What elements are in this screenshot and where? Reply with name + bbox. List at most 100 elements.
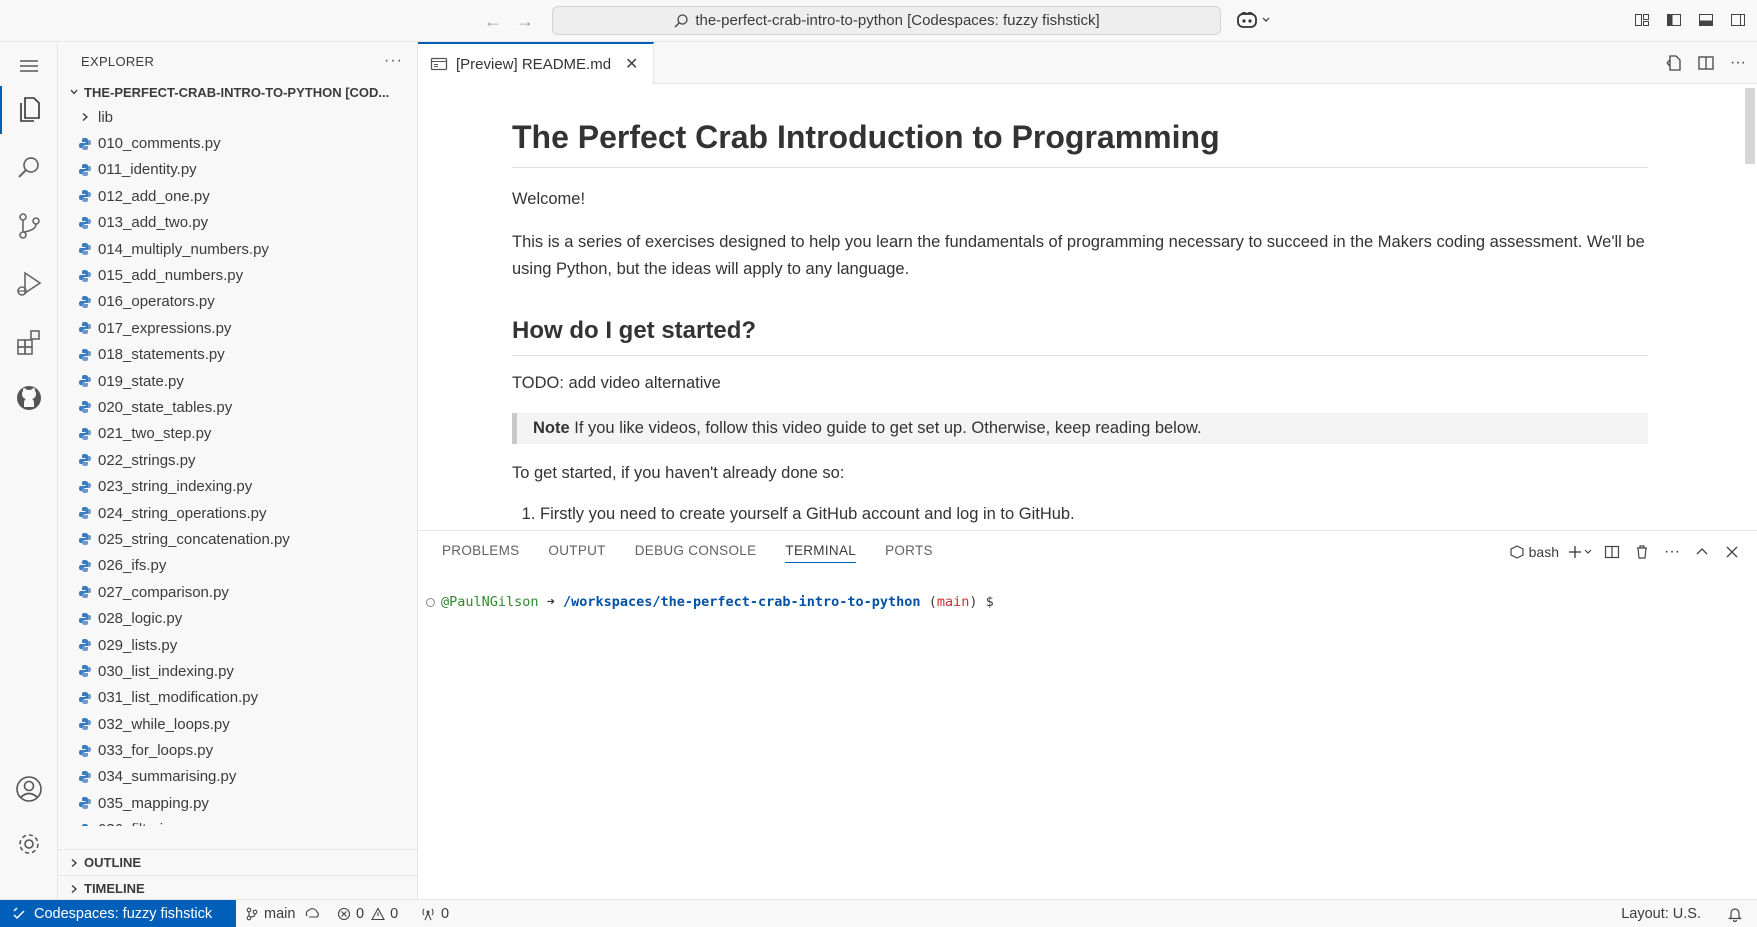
maximize-panel-icon[interactable]	[1691, 541, 1713, 563]
chevron-down-icon	[66, 87, 82, 97]
file-label: 034_summarising.py	[98, 768, 237, 786]
file-item[interactable]: 021_two_step.py	[58, 421, 417, 447]
file-item[interactable]: 018_statements.py	[58, 342, 417, 368]
source-control-icon[interactable]	[0, 202, 58, 250]
file-item[interactable]: 015_add_numbers.py	[58, 262, 417, 288]
chevron-right-icon	[76, 109, 94, 125]
folder-item-lib[interactable]: lib	[58, 104, 417, 130]
sync-icon	[306, 907, 320, 918]
file-item[interactable]: 013_add_two.py	[58, 210, 417, 236]
file-item[interactable]: 017_expressions.py	[58, 315, 417, 341]
toggle-primary-sidebar-icon[interactable]	[1663, 9, 1685, 31]
file-item[interactable]: 031_list_modification.py	[58, 685, 417, 711]
close-icon[interactable]: ✕	[625, 54, 638, 74]
file-item[interactable]: 020_state_tables.py	[58, 394, 417, 420]
toggle-secondary-sidebar-icon[interactable]	[1727, 9, 1749, 31]
branch-indicator[interactable]: main	[245, 900, 320, 927]
file-item[interactable]: 029_lists.py	[58, 632, 417, 658]
customize-layout-icon[interactable]	[1631, 9, 1653, 31]
more-actions-icon[interactable]: ···	[384, 52, 403, 70]
problems-indicator[interactable]: 0 0	[337, 900, 398, 927]
search-icon	[674, 13, 688, 27]
tab-debug-console[interactable]: DEBUG CONSOLE	[635, 543, 757, 563]
notifications-bell-icon[interactable]	[1727, 900, 1743, 927]
accounts-icon[interactable]	[0, 765, 58, 813]
file-item[interactable]: 024_string_operations.py	[58, 500, 417, 526]
keyboard-layout-indicator[interactable]: Layout: U.S.	[1621, 900, 1701, 927]
more-actions-icon[interactable]: ···	[1661, 541, 1683, 563]
menu-icon[interactable]	[0, 42, 58, 90]
toggle-panel-icon[interactable]	[1695, 9, 1717, 31]
file-item[interactable]: 014_multiply_numbers.py	[58, 236, 417, 262]
file-item[interactable]: 030_list_indexing.py	[58, 658, 417, 684]
git-branch-icon	[246, 907, 258, 920]
python-file-icon	[76, 347, 94, 363]
run-debug-icon[interactable]	[0, 260, 58, 308]
file-item[interactable]: 027_comparison.py	[58, 579, 417, 605]
terminal-shell-selector[interactable]: bash	[1510, 541, 1559, 563]
remote-indicator[interactable]: Codespaces: fuzzy fishstick	[0, 900, 236, 927]
terminal-icon	[1510, 545, 1524, 559]
file-item[interactable]: 025_string_concatenation.py	[58, 526, 417, 552]
new-terminal-icon[interactable]	[1567, 541, 1593, 563]
python-file-icon	[76, 215, 94, 231]
file-item[interactable]: 034_summarising.py	[58, 764, 417, 790]
terminal-user: @PaulNGilson	[441, 594, 539, 610]
forward-arrow-icon[interactable]: →	[514, 10, 536, 32]
scrollbar-thumb[interactable]	[1745, 88, 1755, 164]
file-item[interactable]: 011_identity.py	[58, 157, 417, 183]
gear-icon[interactable]	[0, 820, 58, 868]
terminal-branch: main	[936, 594, 970, 610]
tab-problems[interactable]: PROBLEMS	[442, 543, 519, 563]
preview-paragraph-started: To get started, if you haven't already d…	[512, 464, 845, 483]
file-label: 026_ifs.py	[98, 557, 167, 575]
split-terminal-icon[interactable]	[1601, 541, 1623, 563]
python-file-icon	[76, 241, 94, 257]
file-item[interactable]: 010_comments.py	[58, 130, 417, 156]
file-item[interactable]: 012_add_one.py	[58, 183, 417, 209]
copilot-icon	[1237, 11, 1257, 28]
ports-indicator[interactable]: 0	[420, 900, 449, 927]
file-item[interactable]: 019_state.py	[58, 368, 417, 394]
file-label: 028_logic.py	[98, 610, 183, 628]
file-item[interactable]: 035_mapping.py	[58, 790, 417, 816]
workspace-root-folder[interactable]: THE-PERFECT-CRAB-INTRO-TO-PYTHON [COD...	[58, 80, 417, 104]
file-label: 022_strings.py	[98, 451, 196, 469]
file-label: 011_identity.py	[98, 161, 197, 179]
file-label: 035_mapping.py	[98, 794, 209, 812]
file-item[interactable]: 023_string_indexing.py	[58, 473, 417, 499]
tab-readme-preview[interactable]: [Preview] README.md ✕	[418, 42, 654, 84]
tab-ports[interactable]: PORTS	[885, 543, 933, 563]
search-activity-icon[interactable]	[0, 144, 58, 192]
file-item[interactable]: 032_while_loops.py	[58, 711, 417, 737]
copilot-menu[interactable]	[1236, 9, 1271, 31]
explorer-icon[interactable]	[0, 86, 58, 134]
python-file-icon	[76, 188, 94, 204]
close-panel-icon[interactable]	[1721, 541, 1743, 563]
command-center[interactable]: the-perfect-crab-intro-to-python [Codesp…	[552, 6, 1221, 35]
trash-icon[interactable]	[1631, 541, 1653, 563]
file-item[interactable]: 016_operators.py	[58, 289, 417, 315]
file-item[interactable]: 036_filtering.py	[58, 817, 417, 826]
open-source-icon[interactable]	[1663, 52, 1685, 74]
file-item[interactable]: 026_ifs.py	[58, 553, 417, 579]
tab-output[interactable]: OUTPUT	[548, 543, 605, 563]
file-item[interactable]: 022_strings.py	[58, 447, 417, 473]
tab-terminal[interactable]: TERMINAL	[785, 543, 857, 563]
ports-count: 0	[441, 905, 450, 922]
remote-label: Codespaces: fuzzy fishstick	[34, 905, 213, 922]
back-arrow-icon[interactable]: ←	[482, 10, 504, 32]
timeline-section[interactable]: TIMELINE	[58, 875, 417, 901]
terminal-prompt[interactable]: @PaulNGilson ➜ /workspaces/the-perfect-c…	[426, 594, 994, 610]
preview-paragraph-todo: TODO: add video alternative	[512, 374, 721, 393]
panel-tabs: PROBLEMS OUTPUT DEBUG CONSOLE TERMINAL P…	[442, 543, 933, 563]
outline-label: OUTLINE	[84, 855, 142, 870]
extensions-icon[interactable]	[0, 318, 58, 366]
file-item[interactable]: 028_logic.py	[58, 605, 417, 631]
split-editor-icon[interactable]	[1695, 52, 1717, 74]
file-item[interactable]: 033_for_loops.py	[58, 737, 417, 763]
more-actions-icon[interactable]: ···	[1727, 52, 1749, 74]
python-file-icon	[76, 558, 94, 574]
github-icon[interactable]	[0, 374, 58, 422]
outline-section[interactable]: OUTLINE	[58, 849, 417, 875]
